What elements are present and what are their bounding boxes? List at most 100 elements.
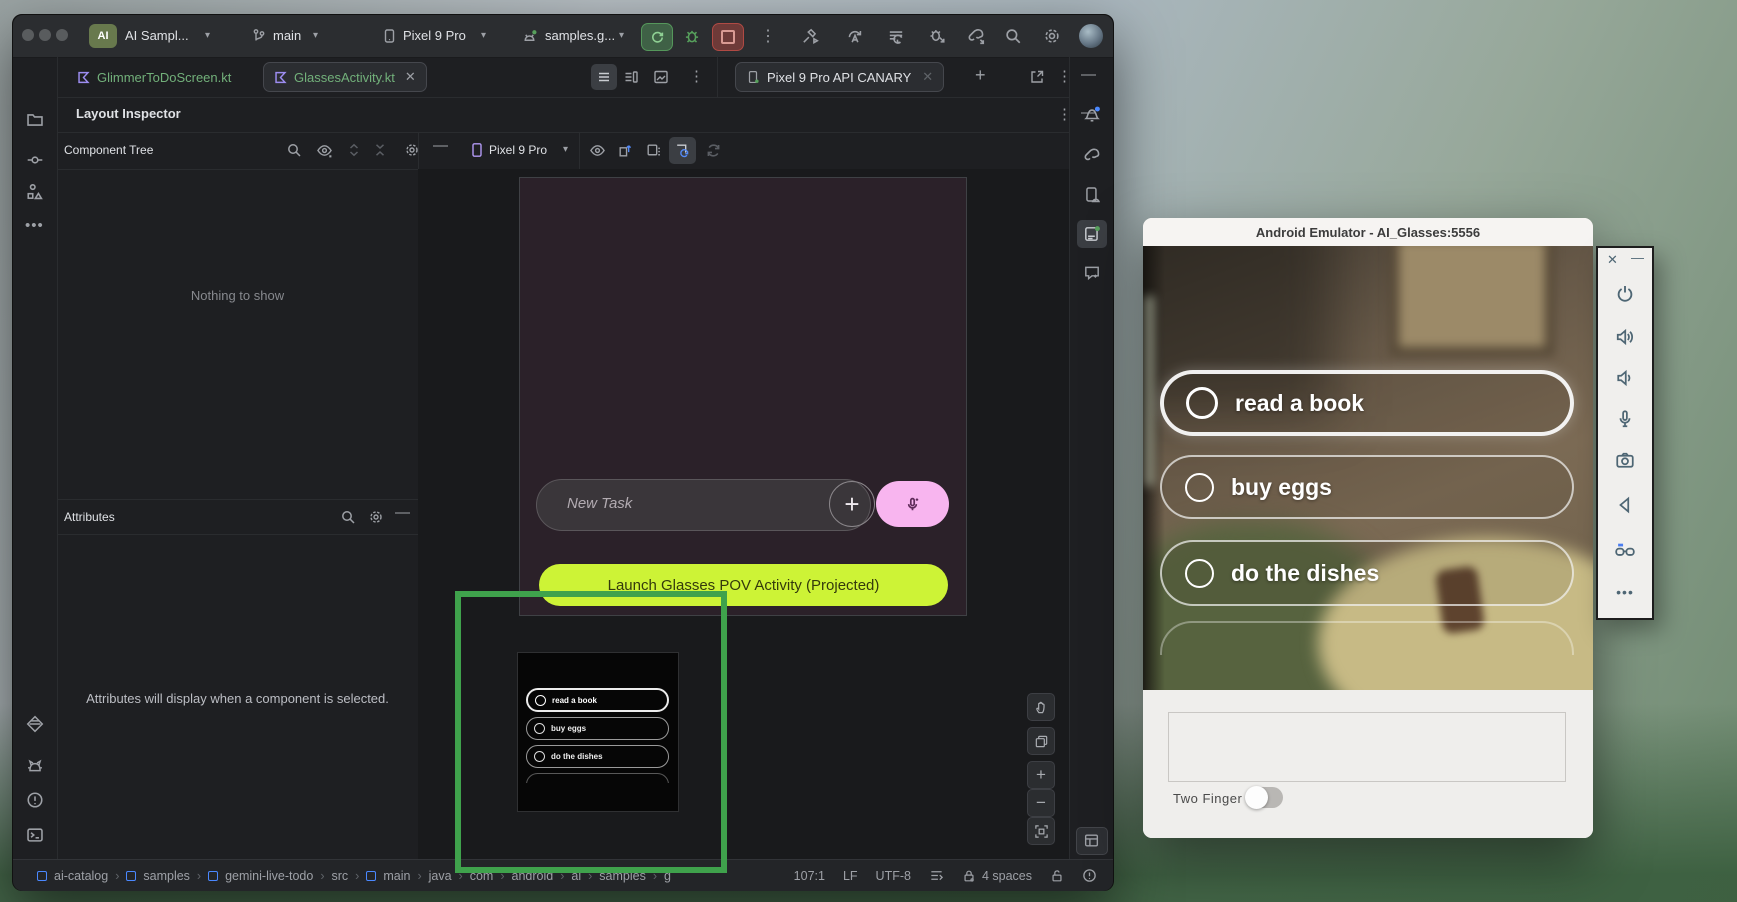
pan-mode-button[interactable] [1027, 693, 1055, 721]
expand-all-icon[interactable] [346, 142, 362, 158]
todo-pill[interactable]: do the dishes [1160, 540, 1574, 606]
vcs-branch-widget[interactable]: main [273, 28, 301, 43]
attributes-gear-icon[interactable] [368, 509, 384, 525]
hide-attributes-icon[interactable]: — [395, 504, 410, 521]
line-separator-widget[interactable]: LF [843, 869, 858, 883]
inspector-device-selector[interactable]: Pixel 9 Pro [489, 143, 547, 157]
touchpad-area[interactable] [1168, 712, 1566, 782]
more-options-icon[interactable]: ••• [1616, 584, 1634, 600]
app-quality-insights-icon[interactable] [26, 756, 44, 774]
volume-up-icon[interactable] [1615, 327, 1635, 347]
back-icon[interactable] [1615, 495, 1635, 515]
more-tool-windows-icon[interactable]: ••• [25, 217, 44, 234]
collapse-all-icon[interactable] [372, 142, 388, 158]
zoom-to-fit-button[interactable] [1027, 817, 1055, 845]
zoom-out-button[interactable]: − [1027, 789, 1055, 817]
glasses-device-icon[interactable] [1614, 539, 1636, 561]
layout-inspector-snapshot-button[interactable] [1076, 827, 1108, 855]
gradle-icon[interactable] [1082, 145, 1102, 165]
build-hammer-icon[interactable] [801, 27, 819, 45]
power-icon[interactable] [1615, 284, 1635, 304]
gemini-chat-icon[interactable] [1083, 264, 1101, 282]
layer-view-button[interactable] [1027, 727, 1055, 755]
breadcrumb-item[interactable]: samples [143, 869, 190, 883]
layout-mode-icon[interactable] [645, 142, 662, 159]
editor-more-options-icon[interactable]: ⋮ [689, 67, 704, 85]
view-options-eye-icon[interactable] [316, 142, 333, 159]
voice-input-button[interactable] [876, 481, 949, 527]
microphone-icon[interactable] [1615, 409, 1635, 429]
breadcrumb-item[interactable]: src [332, 869, 349, 883]
hide-component-tree-icon[interactable]: — [433, 137, 448, 154]
search-icon[interactable] [1004, 27, 1022, 45]
breadcrumb-item[interactable]: java [429, 869, 452, 883]
two-finger-toggle[interactable] [1247, 787, 1283, 808]
problems-icon[interactable] [26, 791, 44, 809]
user-avatar[interactable] [1079, 24, 1103, 48]
debug-icon[interactable] [683, 27, 701, 45]
attributes-search-icon[interactable] [340, 509, 356, 525]
encoding-widget[interactable]: UTF-8 [876, 869, 911, 883]
attach-debugger-icon[interactable] [928, 27, 946, 45]
breadcrumb-item[interactable]: gemini-live-todo [225, 869, 313, 883]
live-updates-toggle-button[interactable] [669, 137, 696, 164]
rerun-button[interactable] [641, 23, 673, 51]
zoom-window-button[interactable] [56, 29, 68, 41]
close-tab-icon[interactable]: ✕ [405, 69, 416, 85]
minimize-window-button[interactable] [39, 29, 51, 41]
preview-image-icon[interactable] [653, 69, 669, 85]
indent-widget[interactable]: 4 spaces [962, 869, 1032, 883]
add-task-button[interactable]: + [829, 481, 875, 527]
breadcrumb-item[interactable]: main [383, 869, 410, 883]
settings-gear-icon[interactable] [1043, 27, 1061, 45]
project-folder-icon[interactable] [26, 111, 44, 129]
tab-running-device-pixel9pro[interactable]: Pixel 9 Pro API CANARY ✕ [735, 62, 944, 92]
terminal-icon[interactable] [26, 826, 44, 844]
mini-todo-pill[interactable]: do the dishes [526, 745, 669, 768]
open-in-window-icon[interactable] [1029, 69, 1045, 85]
volume-down-icon[interactable] [1615, 368, 1635, 388]
apply-code-changes-icon[interactable] [887, 27, 905, 45]
tab-glimmertodoscreen[interactable]: GlimmerToDoScreen.kt [67, 63, 241, 91]
todo-pill[interactable]: buy eggs [1160, 455, 1574, 519]
gemini-icon[interactable] [26, 715, 44, 733]
todo-radio-icon[interactable] [1185, 559, 1214, 588]
camera-icon[interactable] [1615, 450, 1635, 470]
running-devices-tool-button[interactable] [1077, 220, 1107, 248]
stop-button[interactable] [712, 23, 744, 51]
inspections-status-icon[interactable] [1082, 868, 1097, 883]
device-manager-icon[interactable] [1083, 186, 1101, 204]
run-configuration-selector[interactable]: samples.g... [545, 28, 615, 43]
mini-todo-pill[interactable]: buy eggs [526, 717, 669, 740]
close-tab-icon[interactable]: ✕ [922, 69, 933, 85]
todo-radio-icon[interactable] [1186, 387, 1218, 419]
caret-position-widget[interactable]: 107:1 [794, 869, 825, 883]
device-selector[interactable]: Pixel 9 Pro [403, 28, 466, 43]
export-snapshot-icon[interactable] [617, 142, 634, 159]
editor-list-view-button[interactable] [591, 64, 617, 90]
running-devices-options-icon[interactable]: ⋮ [1057, 67, 1072, 85]
emulator-titlebar[interactable]: Android Emulator - AI_Glasses:5556 [1143, 218, 1593, 246]
gradle-sync-icon[interactable] [966, 26, 986, 46]
layout-inspector-options-icon[interactable]: ⋮ [1057, 105, 1072, 123]
add-device-tab-icon[interactable]: + [975, 65, 986, 86]
close-window-button[interactable] [22, 29, 34, 41]
inspector-view-eye-icon[interactable] [589, 142, 606, 159]
hide-layout-inspector-icon[interactable]: — [1081, 104, 1096, 121]
zoom-in-button[interactable]: + [1027, 761, 1055, 789]
commit-icon[interactable] [26, 151, 44, 169]
indent-style-icon[interactable] [929, 868, 944, 883]
todo-pill-selected[interactable]: read a book [1160, 370, 1574, 436]
mini-todo-pill[interactable]: read a book [526, 688, 669, 712]
apply-changes-icon[interactable] [846, 27, 864, 45]
project-widget[interactable]: AI Sampl... [125, 28, 189, 43]
close-toolbar-icon[interactable]: ✕ [1607, 252, 1618, 268]
more-run-actions-icon[interactable]: ⋮ [760, 26, 776, 46]
split-editor-icon[interactable] [623, 69, 639, 85]
tab-glassesactivity[interactable]: GlassesActivity.kt ✕ [263, 62, 427, 92]
breadcrumb-item[interactable]: ai-catalog [54, 869, 108, 883]
todo-radio-icon[interactable] [1185, 473, 1214, 502]
tree-search-icon[interactable] [286, 142, 302, 158]
refresh-icon[interactable] [705, 142, 722, 159]
minimize-toolbar-icon[interactable]: — [1631, 250, 1644, 265]
